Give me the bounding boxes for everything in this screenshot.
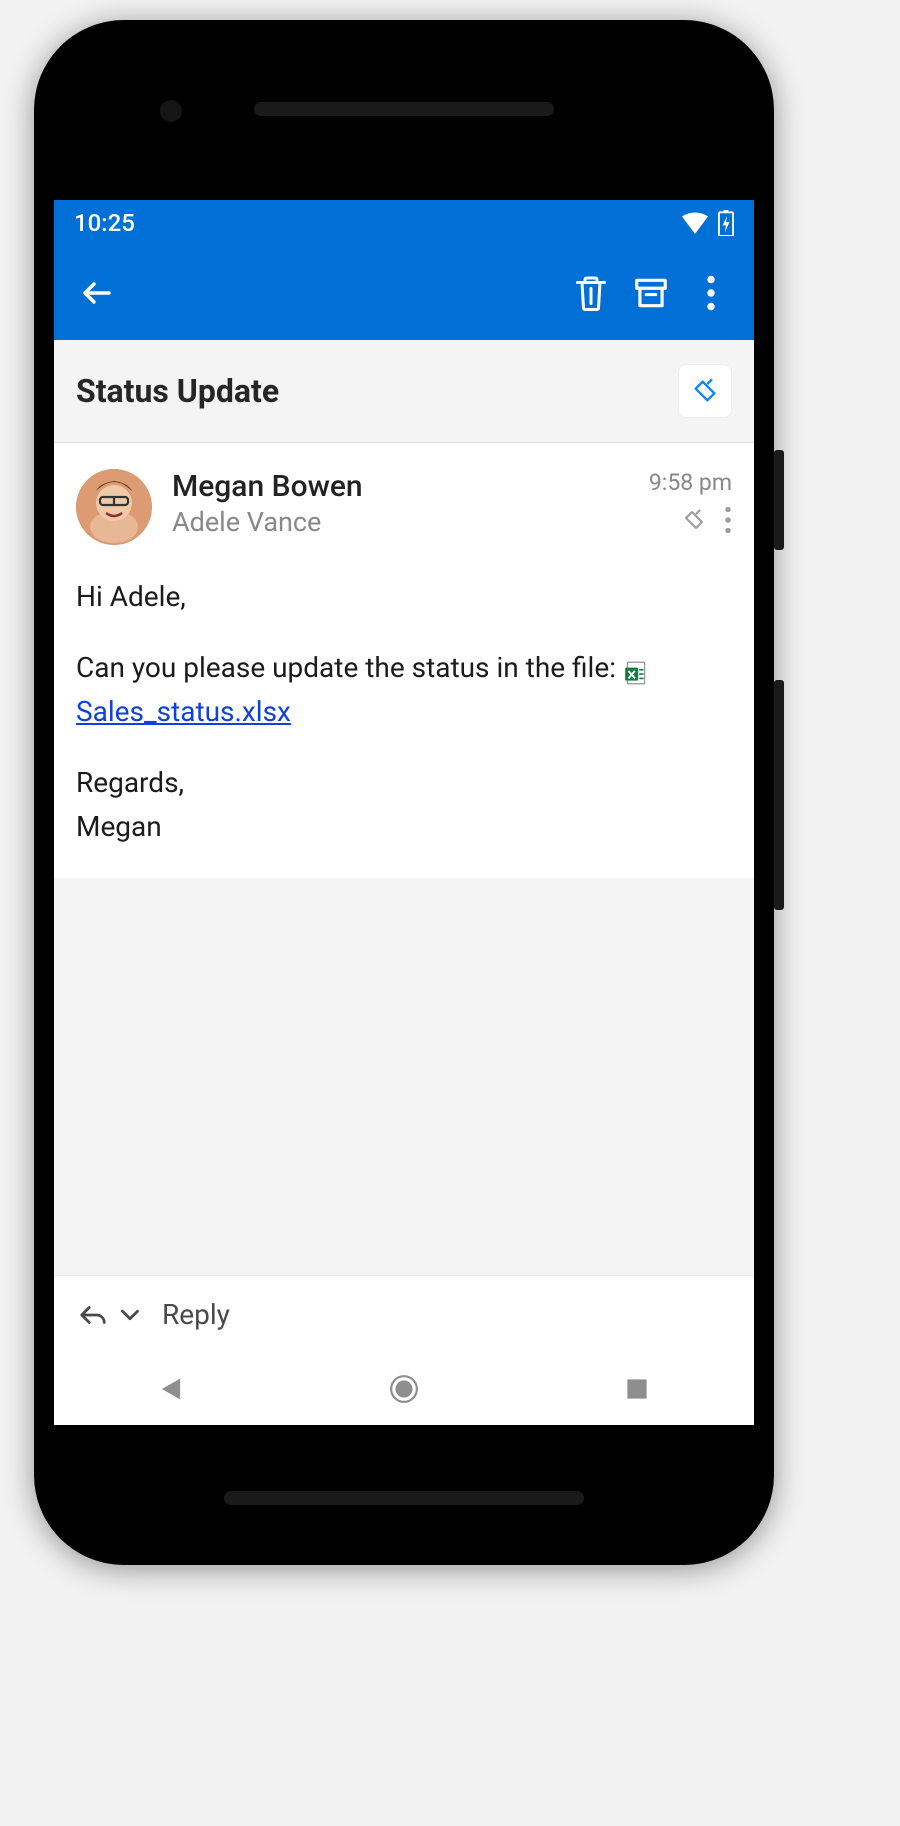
phone-camera: [160, 100, 182, 122]
avatar[interactable]: [76, 469, 152, 545]
excel-file-icon: [623, 655, 649, 681]
nav-back-icon: [159, 1376, 183, 1402]
nav-back-button[interactable]: [126, 1364, 216, 1414]
phone-speaker-bottom: [224, 1491, 584, 1505]
message-body: Hi Adele, Can you please update the stat…: [54, 557, 754, 878]
recipient-name[interactable]: Adele Vance: [172, 506, 629, 538]
android-nav-bar: [54, 1353, 754, 1425]
more-vertical-icon: [724, 506, 732, 534]
hw-button-volume: [774, 680, 784, 910]
battery-charging-icon: [718, 210, 734, 236]
body-line1-pre: Can you please update the status in the …: [76, 651, 623, 684]
trash-icon: [573, 273, 609, 313]
body-greeting: Hi Adele,: [76, 575, 732, 618]
subject-text: Status Update: [76, 372, 678, 410]
archive-icon: [632, 274, 670, 312]
subject-row: Status Update: [54, 340, 754, 443]
archive-button[interactable]: [626, 268, 676, 318]
phone-speaker: [254, 102, 554, 116]
hw-button-power: [774, 450, 784, 550]
nav-recent-icon: [625, 1377, 649, 1401]
spacer: [54, 878, 754, 1275]
nav-home-icon: [389, 1374, 419, 1404]
body-sign2: Megan: [76, 810, 162, 843]
statusbar-time: 10:25: [74, 209, 135, 237]
body-sign1: Regards,: [76, 766, 184, 799]
attachment-link[interactable]: Sales_status.xlsx: [76, 695, 291, 728]
reply-icon: [78, 1302, 108, 1328]
reply-label: Reply: [162, 1298, 230, 1331]
arrow-left-icon: [79, 275, 115, 311]
avatar-placeholder-icon: [76, 469, 152, 545]
delete-button[interactable]: [566, 268, 616, 318]
tag-icon: [691, 377, 719, 405]
body-paragraph: Can you please update the status in the …: [76, 646, 732, 733]
message-time: 9:58 pm: [649, 469, 732, 496]
status-bar: 10:25: [54, 200, 754, 246]
reply-bar[interactable]: Reply: [54, 1275, 754, 1353]
wifi-icon: [682, 212, 708, 234]
more-vertical-icon: [706, 275, 716, 311]
tag-icon: [682, 508, 706, 532]
message-header: Megan Bowen Adele Vance 9:58 pm: [54, 443, 754, 557]
message-overflow-button[interactable]: [724, 506, 732, 538]
message-tag-button[interactable]: [682, 508, 706, 536]
back-button[interactable]: [72, 268, 122, 318]
app-bar: [54, 246, 754, 340]
nav-recent-button[interactable]: [592, 1364, 682, 1414]
body-signoff: Regards, Megan: [76, 761, 732, 848]
overflow-button[interactable]: [686, 268, 736, 318]
nav-home-button[interactable]: [359, 1364, 449, 1414]
sender-name[interactable]: Megan Bowen: [172, 469, 629, 504]
chevron-down-icon[interactable]: [120, 1308, 140, 1322]
tag-button[interactable]: [678, 364, 732, 418]
phone-frame: 10:25: [34, 20, 774, 1565]
